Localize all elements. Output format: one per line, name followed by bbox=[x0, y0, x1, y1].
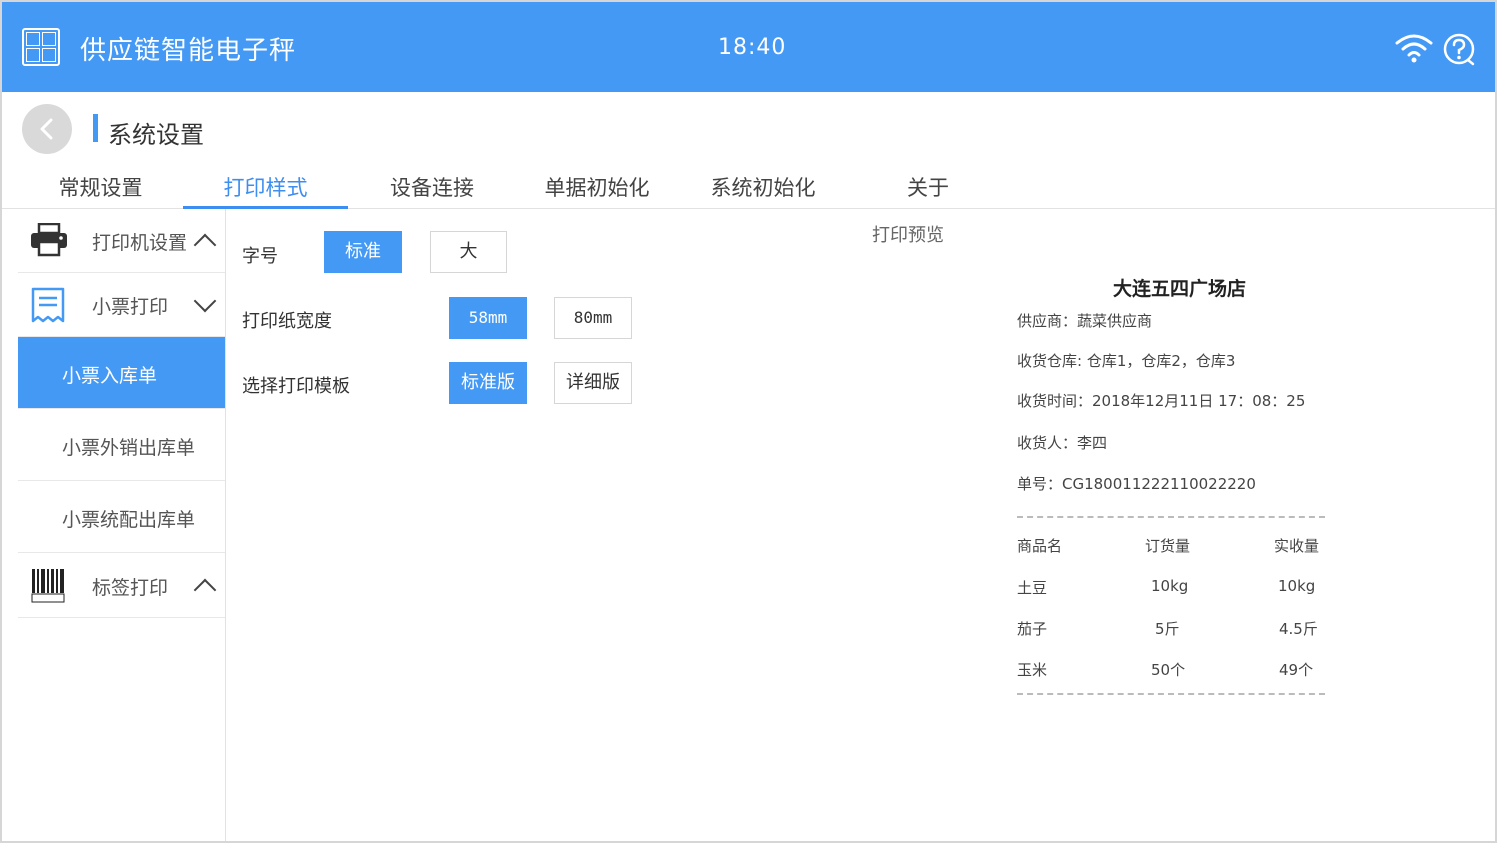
receipt-time: 收货时间：2018年12月11日 17：08：25 bbox=[1017, 392, 1306, 410]
receipt-cell: 5斤 bbox=[1155, 620, 1180, 638]
receipt-cell: 10kg bbox=[1151, 577, 1189, 595]
receipt-cell: 玉米 bbox=[1017, 661, 1048, 679]
page-title: 系统设置 bbox=[108, 121, 204, 149]
sidebar-item-receipt-print[interactable]: 小票打印 bbox=[18, 273, 225, 337]
sidebar-item-label: 小票外销出库单 bbox=[62, 437, 196, 459]
paper-width-80mm-button[interactable]: 80mm bbox=[554, 297, 632, 339]
tab-device-connection[interactable]: 设备连接 bbox=[348, 172, 516, 209]
tab-system-init[interactable]: 系统初始化 bbox=[678, 172, 848, 209]
tab-print-style[interactable]: 打印样式 bbox=[183, 172, 348, 209]
sidebar-item-printer-settings[interactable]: 打印机设置 bbox=[18, 209, 225, 273]
app-window: 供应链智能电子秤 18:40 系统设置 常规设置 打印样式 设备连接 单据初始化… bbox=[0, 0, 1497, 843]
chevron-up-icon bbox=[193, 578, 217, 602]
sidebar-item-label: 打印机设置 bbox=[92, 232, 188, 254]
sidebar-item-label: 小票统配出库单 bbox=[62, 509, 196, 531]
receipt-cell: 茄子 bbox=[1017, 620, 1048, 638]
title-accent-bar bbox=[93, 114, 98, 142]
receipt-col-header: 商品名 bbox=[1017, 537, 1063, 555]
receipt-supplier: 供应商：蔬菜供应商 bbox=[1017, 312, 1153, 330]
receipt-cell: 4.5斤 bbox=[1279, 620, 1318, 638]
paper-width-label: 打印纸宽度 bbox=[242, 311, 332, 332]
template-detailed-button[interactable]: 详细版 bbox=[554, 362, 632, 404]
print-preview-label: 打印预览 bbox=[872, 225, 944, 246]
app-title: 供应链智能电子秤 bbox=[80, 36, 297, 66]
tab-general-settings[interactable]: 常规设置 bbox=[18, 172, 183, 209]
receipt-icon bbox=[31, 287, 65, 323]
sidebar-item-receipt-sales-outbound[interactable]: 小票外销出库单 bbox=[18, 409, 225, 481]
receipt-warehouse: 收货仓库: 仓库1，仓库2，仓库3 bbox=[1017, 352, 1236, 370]
receipt-cell: 10kg bbox=[1278, 577, 1316, 595]
receipt-cell: 50个 bbox=[1151, 661, 1186, 679]
tab-about[interactable]: 关于 bbox=[848, 172, 1008, 209]
sidebar-item-receipt-inbound[interactable]: 小票入库单 bbox=[18, 337, 225, 409]
back-button[interactable] bbox=[22, 104, 72, 154]
sidebar-item-label: 小票入库单 bbox=[62, 365, 158, 387]
clock: 18:40 bbox=[718, 35, 787, 60]
tab-document-init[interactable]: 单据初始化 bbox=[516, 172, 678, 209]
sidebar-item-receipt-distribution-outbound[interactable]: 小票统配出库单 bbox=[18, 481, 225, 553]
font-size-standard-button[interactable]: 标准 bbox=[324, 231, 402, 273]
template-label: 选择打印模板 bbox=[242, 376, 350, 397]
tab-bar: 常规设置 打印样式 设备连接 单据初始化 系统初始化 关于 bbox=[2, 167, 1495, 209]
receipt-cell: 土豆 bbox=[1017, 579, 1048, 597]
sidebar: 打印机设置 小票打印 小票入库单 小票外销出库单 小票统配出库单 标签打印 bbox=[18, 209, 226, 841]
sidebar-item-label-print[interactable]: 标签打印 bbox=[18, 553, 225, 618]
sidebar-item-label: 标签打印 bbox=[92, 577, 169, 599]
receipt-order-number: 单号：CG180011222110022220 bbox=[1017, 475, 1256, 493]
chevron-left-icon bbox=[40, 118, 53, 140]
receipt-divider bbox=[1017, 693, 1325, 695]
app-logo-icon bbox=[22, 28, 60, 66]
receipt-receiver: 收货人：李四 bbox=[1017, 434, 1108, 452]
chevron-up-icon bbox=[193, 233, 217, 257]
wifi-icon[interactable] bbox=[1395, 32, 1433, 64]
font-size-label: 字号 bbox=[242, 246, 278, 267]
barcode-icon bbox=[31, 569, 65, 603]
template-standard-button[interactable]: 标准版 bbox=[449, 362, 527, 404]
top-bar: 供应链智能电子秤 18:40 bbox=[2, 2, 1495, 92]
receipt-cell: 49个 bbox=[1279, 661, 1314, 679]
help-icon[interactable] bbox=[1442, 32, 1476, 66]
paper-width-58mm-button[interactable]: 58mm bbox=[449, 297, 527, 339]
receipt-col-header: 实收量 bbox=[1274, 537, 1320, 555]
printer-icon bbox=[31, 223, 67, 257]
font-size-large-button[interactable]: 大 bbox=[430, 231, 507, 273]
sidebar-item-label: 小票打印 bbox=[92, 296, 169, 318]
chevron-down-icon bbox=[193, 289, 217, 313]
receipt-divider bbox=[1017, 516, 1325, 518]
receipt-col-header: 订货量 bbox=[1145, 537, 1191, 555]
receipt-store-name: 大连五四广场店 bbox=[1112, 278, 1246, 300]
